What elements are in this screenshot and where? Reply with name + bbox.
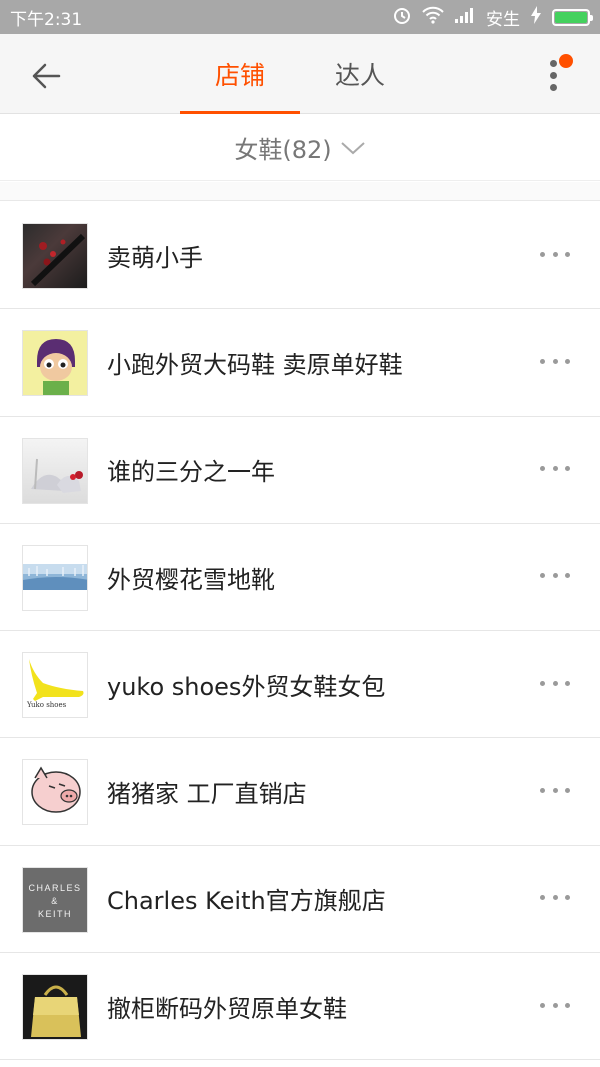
more-options-icon[interactable] <box>540 993 570 1017</box>
more-options-icon[interactable] <box>540 349 570 373</box>
yellow-heel-thumbnail: Yuko shoes <box>22 652 88 719</box>
charles-keith-logo-thumbnail: CHARLES & KEITH <box>22 866 88 933</box>
tab-shops[interactable]: 店铺 <box>180 34 300 114</box>
status-icons: 安生 <box>392 5 593 30</box>
shop-name: 撤柜断码外贸原单女鞋 <box>107 994 347 1023</box>
shop-name: 小跑外贸大码鞋 卖原单好鞋 <box>107 350 403 379</box>
more-options-icon[interactable] <box>540 671 570 695</box>
overflow-menu-button[interactable] <box>540 50 584 100</box>
roses-photo-thumbnail <box>22 223 88 289</box>
status-bar: 下午2:31 安生 <box>0 0 600 34</box>
shop-name: 谁的三分之一年 <box>107 458 275 487</box>
status-time: 下午2:31 <box>10 9 83 30</box>
more-options-icon[interactable] <box>540 242 570 266</box>
shop-name: yuko shoes外贸女鞋女包 <box>107 672 386 701</box>
list-item[interactable]: 外贸樱花雪地靴 <box>0 524 600 632</box>
charging-icon <box>530 5 542 29</box>
list-item[interactable]: 猪猪家 工厂直销店 <box>0 738 600 846</box>
shop-name: 猪猪家 工厂直销店 <box>107 780 307 809</box>
signal-icon <box>454 6 476 29</box>
more-options-icon[interactable] <box>540 564 570 588</box>
more-options-icon[interactable] <box>540 886 570 910</box>
crystal-heels-thumbnail <box>22 437 88 504</box>
cartoon-avatar-thumbnail <box>22 330 88 397</box>
category-filter[interactable]: 女鞋(82) <box>0 115 600 181</box>
battery-icon <box>552 8 593 26</box>
menu-dot-icon <box>550 84 557 91</box>
back-arrow-icon <box>32 63 61 89</box>
more-options-icon[interactable] <box>540 457 570 481</box>
snow-landscape-thumbnail <box>22 544 88 611</box>
list-item[interactable]: 卖萌小手 <box>0 202 600 310</box>
back-button[interactable] <box>24 54 68 98</box>
gold-bag-thumbnail <box>22 974 88 1041</box>
list-item[interactable]: CHARLES & KEITH Charles Keith官方旗舰店 <box>0 846 600 954</box>
thumbnail-brand-text: Yuko shoes <box>27 701 67 710</box>
nav-bar: 店铺 达人 <box>0 34 600 114</box>
menu-dot-icon <box>550 60 557 67</box>
list-item[interactable]: 小跑外贸大码鞋 卖原单好鞋 <box>0 309 600 417</box>
shop-list: 卖萌小手 小跑外贸大码鞋 卖原单好鞋 谁的三分之一年 外贸樱花雪地靴 Yuko … <box>0 202 600 1061</box>
carrier-label: 安生 <box>486 9 520 30</box>
chevron-down-icon <box>340 141 365 154</box>
alarm-icon <box>392 5 412 30</box>
menu-dot-icon <box>550 72 557 79</box>
filter-label: 女鞋(82) <box>234 136 332 164</box>
list-item[interactable]: 谁的三分之一年 <box>0 417 600 524</box>
shop-name: 外贸樱花雪地靴 <box>107 565 275 594</box>
shop-name: Charles Keith官方旗舰店 <box>107 887 386 916</box>
list-item[interactable]: Yuko shoes yuko shoes外贸女鞋女包 <box>0 631 600 739</box>
section-divider <box>0 182 600 201</box>
wifi-icon <box>422 6 444 29</box>
tab-bar: 店铺 达人 <box>180 34 420 114</box>
more-options-icon[interactable] <box>540 778 570 802</box>
list-item[interactable]: 撤柜断码外贸原单女鞋 <box>0 953 600 1061</box>
thumbnail-brand-text: CHARLES & KEITH <box>28 882 82 919</box>
pig-cartoon-thumbnail <box>22 759 88 826</box>
shop-name: 卖萌小手 <box>107 243 203 272</box>
tab-influencers[interactable]: 达人 <box>300 34 420 114</box>
notification-badge <box>559 54 573 68</box>
